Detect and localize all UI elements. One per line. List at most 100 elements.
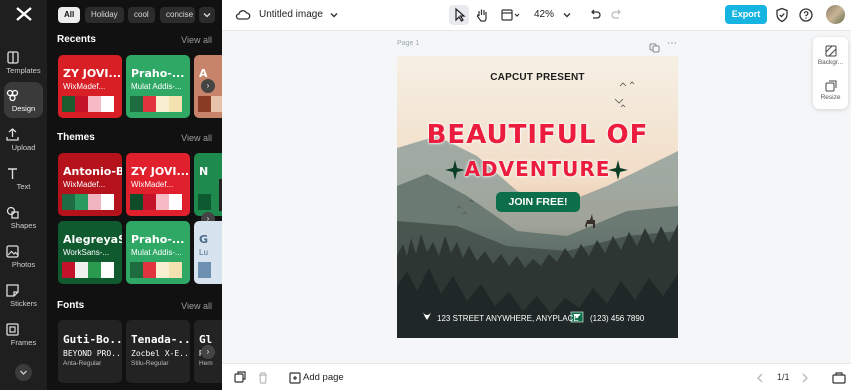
hand-tool-button[interactable] (472, 5, 492, 25)
hand-icon (476, 9, 487, 22)
photos-icon (6, 245, 19, 258)
page-indicator: 1/1 (777, 372, 790, 382)
duplicate-page-button[interactable] (649, 40, 660, 53)
recent-card[interactable]: ZY JOVI... WixMadef... (58, 55, 122, 118)
rail-item-stickers[interactable]: Stickers (4, 277, 43, 313)
filter-tag-all[interactable]: All (58, 7, 81, 23)
font-card[interactable]: Guti-Bo... BEYOND PRO... Anta-Regular (58, 320, 122, 383)
color-swatch (101, 262, 114, 278)
pointer-icon (455, 7, 466, 22)
recents-view-all[interactable]: View all (181, 35, 212, 45)
color-swatch (169, 262, 182, 278)
rail-item-shapes[interactable]: Shapes (4, 199, 43, 235)
shield-button[interactable] (772, 5, 792, 25)
color-swatch (88, 262, 101, 278)
right-side-panel: Backgr... Resize (813, 37, 848, 109)
left-rail: Templates Design Upload Text Shapes Phot… (0, 0, 47, 390)
layout-menu-button[interactable] (499, 5, 523, 25)
help-icon (799, 8, 813, 22)
resize-icon (825, 80, 836, 92)
bottom-toolbar: Add page 1/1 (222, 363, 851, 390)
fonts-view-all[interactable]: View all (181, 301, 212, 311)
rail-item-templates[interactable]: Templates (4, 44, 43, 80)
rail-label: Shapes (10, 221, 37, 230)
undo-icon (591, 9, 601, 19)
background-button[interactable]: Backgr... (813, 42, 848, 66)
resize-label: Resize (820, 94, 841, 101)
poster-address: 123 STREET ANYWHERE, ANYPLACE (437, 314, 579, 323)
page-label: Page 1 (397, 40, 420, 47)
color-swatch (198, 262, 211, 278)
fonts-next-button[interactable]: › (201, 345, 215, 359)
duplicate-icon (649, 43, 660, 53)
undo-button[interactable] (585, 5, 605, 25)
more-button[interactable] (15, 364, 32, 381)
rail-item-text[interactable]: Text (4, 160, 43, 196)
add-page-label[interactable]: Add page (303, 372, 344, 383)
recents-title: Recents (57, 34, 96, 45)
select-tool-button[interactable] (449, 5, 469, 25)
resize-button[interactable]: Resize (813, 77, 848, 101)
user-avatar[interactable] (826, 5, 845, 24)
theme-card[interactable]: ZY JOVI... WixMadef... (126, 153, 190, 216)
card-title: ZY JOVI... (131, 165, 190, 178)
document-title[interactable]: Untitled image (259, 9, 323, 20)
rail-item-frames[interactable]: Frames (4, 316, 43, 352)
recent-card[interactable]: Praho-... Mulat Addis-... (126, 55, 190, 118)
rail-item-design[interactable]: Design (4, 82, 43, 118)
cloud-save-button[interactable] (233, 5, 253, 25)
background-icon (825, 45, 836, 57)
color-swatch (156, 96, 169, 112)
filter-tag-cool[interactable]: cool (128, 7, 155, 23)
tags-more-button[interactable] (199, 7, 215, 23)
font-sample: Zocbel X-E... (131, 349, 190, 358)
font-name: Guti-Bo... (63, 333, 122, 346)
title-menu-button[interactable] (324, 5, 344, 25)
color-swatches (62, 262, 114, 278)
card-title: Praho-... (131, 233, 185, 246)
delete-page-button[interactable] (253, 368, 273, 388)
filter-tag-holiday[interactable]: Holiday (85, 7, 124, 23)
upload-icon (6, 128, 19, 141)
theme-card[interactable]: N (194, 153, 222, 216)
next-page-button[interactable] (795, 368, 815, 388)
help-button[interactable] (796, 5, 816, 25)
poster-design[interactable]: CAPCUT PRESENT BEAUTIFUL OF ADVENTURE JO… (397, 56, 678, 338)
font-card[interactable]: Tenada-... Zocbel X-E... Stilu-Regular (126, 320, 190, 383)
zoom-menu-button[interactable] (557, 5, 577, 25)
zoom-level[interactable]: 42% (534, 9, 554, 20)
card-title: ZY JOVI... (63, 67, 122, 80)
chevron-right-icon: › (206, 347, 210, 356)
rail-item-photos[interactable]: Photos (4, 238, 43, 274)
filter-tag-concise[interactable]: concise (160, 7, 195, 23)
theme-card[interactable]: Praho-... Mulat Addis-... (126, 221, 190, 284)
color-swatches (62, 194, 114, 210)
add-page-button[interactable] (285, 368, 305, 388)
themes-title: Themes (57, 132, 95, 143)
capcut-logo (16, 7, 32, 21)
recents-next-button[interactable]: › (201, 79, 215, 93)
themes-view-all[interactable]: View all (181, 133, 212, 143)
page-more-button[interactable]: ⋯ (667, 38, 677, 49)
duplicate-button[interactable] (230, 368, 250, 388)
templates-icon (7, 51, 19, 64)
shield-check-icon (776, 7, 788, 23)
copy-icon (234, 371, 246, 383)
theme-card[interactable]: Antonio-Bold WixMadef... (58, 153, 122, 216)
redo-button[interactable] (607, 5, 627, 25)
card-subtitle: Mulat Addis-... (131, 82, 182, 91)
color-swatch (156, 194, 169, 210)
color-swatch (211, 96, 222, 112)
theme-card[interactable]: AlegreyaS... WorkSans-... (58, 221, 122, 284)
rail-label: Design (11, 104, 36, 113)
theme-card[interactable]: G Lu (194, 221, 222, 284)
rail-item-upload[interactable]: Upload (4, 121, 43, 157)
font-secondary: Hem (199, 360, 213, 367)
prev-page-button[interactable] (750, 368, 770, 388)
color-swatch (130, 194, 143, 210)
color-swatch (62, 96, 75, 112)
export-button[interactable]: Export (725, 5, 767, 24)
pages-panel-button[interactable] (829, 368, 849, 388)
color-swatch (75, 194, 88, 210)
card-subtitle: Mulat Addis-... (131, 248, 182, 257)
